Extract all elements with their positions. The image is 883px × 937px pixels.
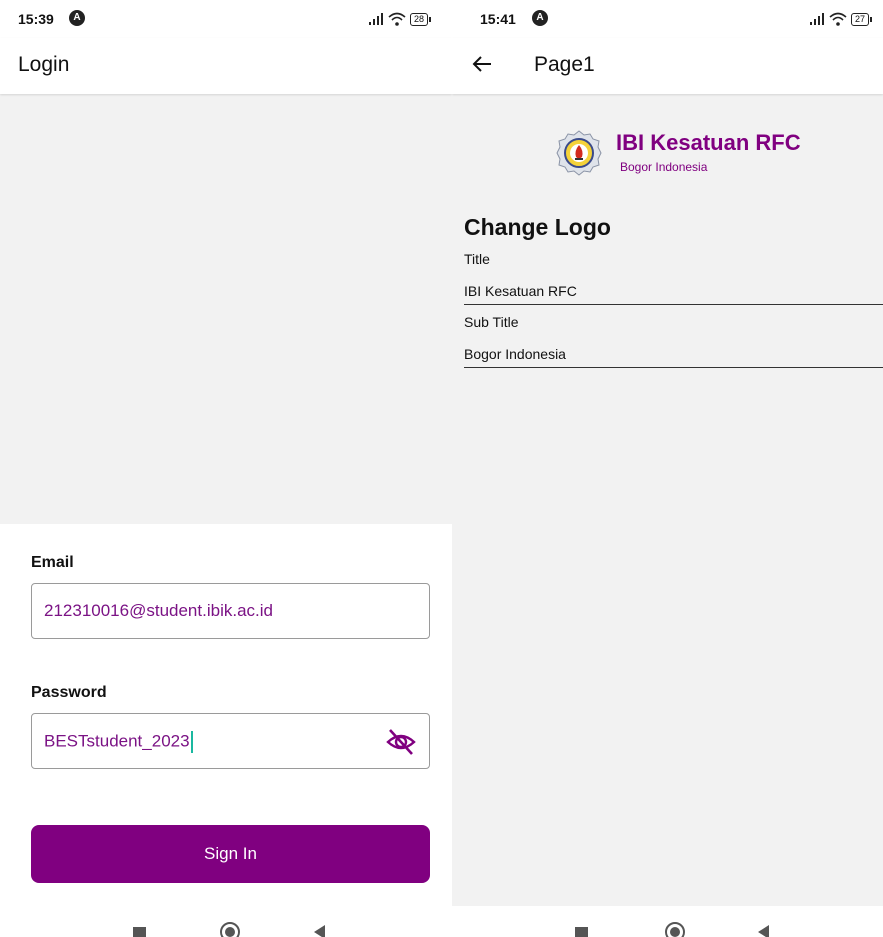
signal-bars-icon bbox=[368, 13, 383, 25]
text-caret bbox=[190, 731, 193, 753]
signal-bars-icon bbox=[809, 13, 824, 25]
email-value: 212310016@student.ibik.ac.id bbox=[44, 601, 273, 620]
subtitle-label: Sub Title bbox=[464, 314, 519, 330]
wifi-icon bbox=[388, 12, 406, 26]
status-time: 15:41 bbox=[480, 11, 516, 27]
notification-icon: A bbox=[532, 10, 548, 26]
logo-header: IBI Kesatuan RFC Bogor Indonesia bbox=[556, 128, 816, 184]
notification-icon: A bbox=[69, 10, 85, 26]
password-value: BESTstudent_2023 bbox=[44, 731, 190, 751]
square-icon[interactable] bbox=[575, 927, 588, 937]
status-time: 15:39 bbox=[18, 11, 54, 27]
app-bar: Login bbox=[0, 38, 452, 94]
status-bar: 15:39 A 28 bbox=[0, 0, 452, 38]
wifi-icon bbox=[829, 12, 847, 26]
title-label: Title bbox=[464, 251, 490, 267]
battery-icon: 28 bbox=[409, 12, 432, 26]
arrow-left-icon[interactable] bbox=[470, 52, 494, 76]
sign-in-button[interactable]: Sign In bbox=[31, 825, 430, 883]
password-label: Password bbox=[31, 684, 107, 701]
status-icons: 27 bbox=[809, 10, 873, 28]
logo-subtitle: Bogor Indonesia bbox=[620, 160, 708, 174]
logo-title: IBI Kesatuan RFC bbox=[616, 130, 801, 155]
title-input-value: IBI Kesatuan RFC bbox=[464, 283, 577, 299]
section-heading: Change Logo bbox=[464, 214, 611, 240]
triangle-back-icon[interactable] bbox=[314, 925, 325, 937]
page-title: Page1 bbox=[534, 53, 595, 76]
email-field[interactable]: 212310016@student.ibik.ac.id bbox=[31, 583, 430, 639]
nav-bar bbox=[0, 906, 452, 937]
circle-icon[interactable] bbox=[665, 922, 685, 937]
circle-icon[interactable] bbox=[220, 922, 240, 937]
password-field[interactable]: BESTstudent_2023 bbox=[31, 713, 430, 769]
battery-icon: 27 bbox=[850, 12, 873, 26]
password-value-wrap: BESTstudent_2023 bbox=[44, 731, 193, 753]
email-label: Email bbox=[31, 554, 74, 571]
subtitle-underline bbox=[464, 367, 883, 368]
nav-bar bbox=[452, 906, 883, 937]
status-icons: 28 bbox=[368, 10, 432, 28]
logo-emblem bbox=[556, 130, 602, 176]
triangle-back-icon[interactable] bbox=[758, 925, 769, 937]
page-title: Login bbox=[18, 53, 70, 76]
square-icon[interactable] bbox=[133, 927, 146, 937]
status-bar: 15:41 A 27 bbox=[452, 0, 883, 38]
title-underline bbox=[464, 304, 883, 305]
subtitle-input-value: Bogor Indonesia bbox=[464, 346, 566, 362]
page1-screen: 15:41 A 27 Page1 IBI Kesatuan RFC Bogor … bbox=[452, 0, 883, 937]
login-screen: 15:39 A 28 Login Email 212310016@student… bbox=[0, 0, 452, 937]
login-form: Email 212310016@student.ibik.ac.id Passw… bbox=[0, 524, 452, 906]
eye-off-icon[interactable] bbox=[385, 726, 417, 758]
app-bar: Page1 bbox=[452, 38, 883, 94]
